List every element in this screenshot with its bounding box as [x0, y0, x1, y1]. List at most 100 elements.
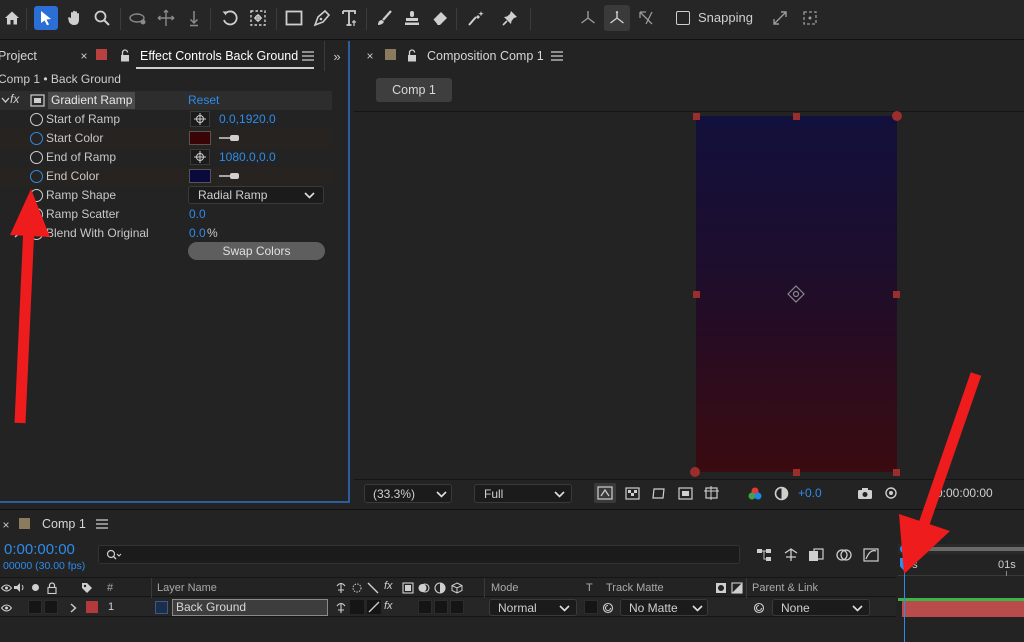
puppet-pin-tool-icon[interactable] [498, 6, 522, 30]
property-value[interactable]: 0.0 [189, 207, 206, 221]
motion-blur-switch-icon[interactable] [417, 581, 430, 594]
lock-toggle[interactable] [44, 600, 58, 614]
anchor-point-icon[interactable] [787, 285, 805, 303]
motion-blur-icon[interactable] [834, 546, 854, 564]
resolution-dropdown[interactable]: Full [474, 484, 572, 503]
current-time-display[interactable]: 0:00:00:00 [4, 541, 75, 558]
property-value[interactable]: 1080.0,0.0 [219, 150, 276, 164]
layer-duration-bar[interactable] [902, 601, 1024, 617]
start-color-swatch[interactable] [189, 131, 211, 145]
dolly-camera-tool-icon[interactable] [182, 6, 206, 30]
transform-handle[interactable] [690, 467, 700, 477]
column-layer-name[interactable]: Layer Name [157, 582, 217, 594]
matte-alpha-icon[interactable] [714, 581, 727, 594]
stopwatch-icon[interactable] [30, 151, 43, 164]
fx-toggle[interactable]: fx [10, 92, 19, 106]
roto-brush-tool-icon[interactable] [463, 6, 489, 30]
property-value[interactable]: 0.0,1920.0 [219, 112, 276, 126]
solo-toggle[interactable] [28, 600, 42, 614]
matte-invert-icon[interactable] [730, 581, 743, 594]
swap-colors-button[interactable]: Swap Colors [188, 242, 325, 260]
lock-column-icon[interactable] [46, 581, 58, 594]
world-axis-mode-icon[interactable] [604, 5, 630, 31]
property-value[interactable]: 0.0 [189, 226, 206, 240]
transform-handle[interactable] [893, 291, 900, 298]
rectangle-tool-icon[interactable] [282, 6, 306, 30]
comp-navigator-button[interactable]: Comp 1 [376, 78, 452, 102]
composition-flowchart-icon[interactable] [754, 546, 774, 564]
type-tool-icon[interactable] [338, 6, 362, 30]
track-matte-dropdown[interactable]: No Matte [620, 599, 708, 616]
layer-collapse-switch[interactable] [350, 600, 364, 614]
anchor-point-tool-icon[interactable] [246, 6, 270, 30]
home-icon[interactable] [2, 8, 22, 28]
parent-dropdown[interactable]: None [772, 599, 870, 616]
column-t[interactable]: T [586, 582, 593, 594]
frame-blend-switch-icon[interactable] [401, 581, 414, 594]
effect-name[interactable]: Gradient Ramp [48, 92, 136, 109]
panel-menu-icon[interactable] [549, 48, 565, 64]
transform-handle[interactable] [793, 469, 800, 476]
expand-layer-chevron-icon[interactable] [68, 601, 78, 614]
adjustment-layer-switch-icon[interactable] [433, 581, 446, 594]
blend-mode-dropdown[interactable]: Normal [489, 599, 577, 616]
quality-switch-icon[interactable] [366, 581, 379, 594]
pan-camera-tool-icon[interactable] [154, 6, 178, 30]
eyedropper-icon[interactable] [216, 169, 242, 183]
layer-3d-switch[interactable] [450, 600, 464, 614]
end-color-swatch[interactable] [189, 169, 211, 183]
orbit-camera-tool-icon[interactable] [126, 6, 150, 30]
expand-panels-icon[interactable]: » [328, 48, 346, 64]
parent-pickwhip-icon[interactable] [752, 601, 766, 614]
clone-stamp-tool-icon[interactable] [400, 6, 424, 30]
view-axis-mode-icon[interactable] [634, 6, 658, 30]
3d-layer-switch-icon[interactable] [450, 581, 463, 594]
snap-features-icon[interactable] [798, 6, 822, 30]
selection-tool-icon[interactable] [34, 6, 58, 30]
snap-edges-icon[interactable] [768, 6, 792, 30]
graph-editor-icon[interactable] [861, 546, 881, 564]
effect-switch-header[interactable]: fx [384, 580, 393, 592]
transform-handle[interactable] [892, 111, 902, 121]
lock-icon[interactable] [118, 47, 132, 63]
transform-handle[interactable] [793, 113, 800, 120]
tab-timeline-comp[interactable]: Comp 1 [42, 517, 86, 531]
column-track-matte[interactable]: Track Matte [606, 582, 664, 594]
audio-icon[interactable] [12, 581, 26, 594]
tab-project[interactable]: Project [0, 49, 37, 63]
eraser-tool-icon[interactable] [428, 6, 452, 30]
shy-switch-icon[interactable] [334, 581, 347, 594]
tab-effect-controls[interactable]: Effect Controls Back Ground [140, 49, 298, 63]
layer-shy-switch-icon[interactable] [334, 601, 347, 614]
eyedropper-icon[interactable] [216, 131, 242, 145]
layer-row[interactable]: 1 Back Ground fx Normal No Matte None [0, 598, 896, 617]
collapse-chevron-icon[interactable] [0, 93, 10, 107]
rotation-tool-icon[interactable] [218, 6, 242, 30]
panel-menu-icon[interactable] [94, 516, 110, 532]
layer-quality-switch-icon[interactable] [367, 600, 381, 614]
matte-pickwhip-icon[interactable] [601, 601, 615, 614]
exposure-value[interactable]: +0.0 [798, 486, 822, 500]
panel-menu-icon[interactable] [300, 48, 316, 64]
mask-visibility-icon[interactable] [647, 483, 669, 503]
reset-exposure-icon[interactable] [770, 483, 792, 503]
region-of-interest-icon[interactable] [674, 483, 696, 503]
column-mode[interactable]: Mode [491, 582, 519, 594]
crosshair-point-icon[interactable] [190, 111, 210, 127]
brush-tool-icon[interactable] [372, 6, 396, 30]
zoom-tool-icon[interactable] [90, 6, 114, 30]
column-parent-link[interactable]: Parent & Link [752, 582, 818, 594]
video-visibility-icon[interactable] [0, 581, 12, 594]
layer-name-field[interactable]: Back Ground [172, 599, 328, 616]
stopwatch-icon[interactable] [30, 113, 43, 126]
layer-fx-switch[interactable]: fx [384, 600, 393, 612]
show-channel-icon[interactable] [744, 483, 766, 503]
local-axis-mode-icon[interactable] [576, 6, 600, 30]
magnification-dropdown[interactable]: (33.3%) [364, 484, 452, 503]
eye-icon[interactable] [0, 601, 12, 614]
fast-previews-icon[interactable] [594, 483, 616, 503]
transform-handle[interactable] [693, 291, 700, 298]
frame-blending-icon[interactable] [806, 546, 826, 564]
transparency-grid-icon[interactable] [621, 483, 643, 503]
snapping-checkbox[interactable] [676, 11, 690, 25]
